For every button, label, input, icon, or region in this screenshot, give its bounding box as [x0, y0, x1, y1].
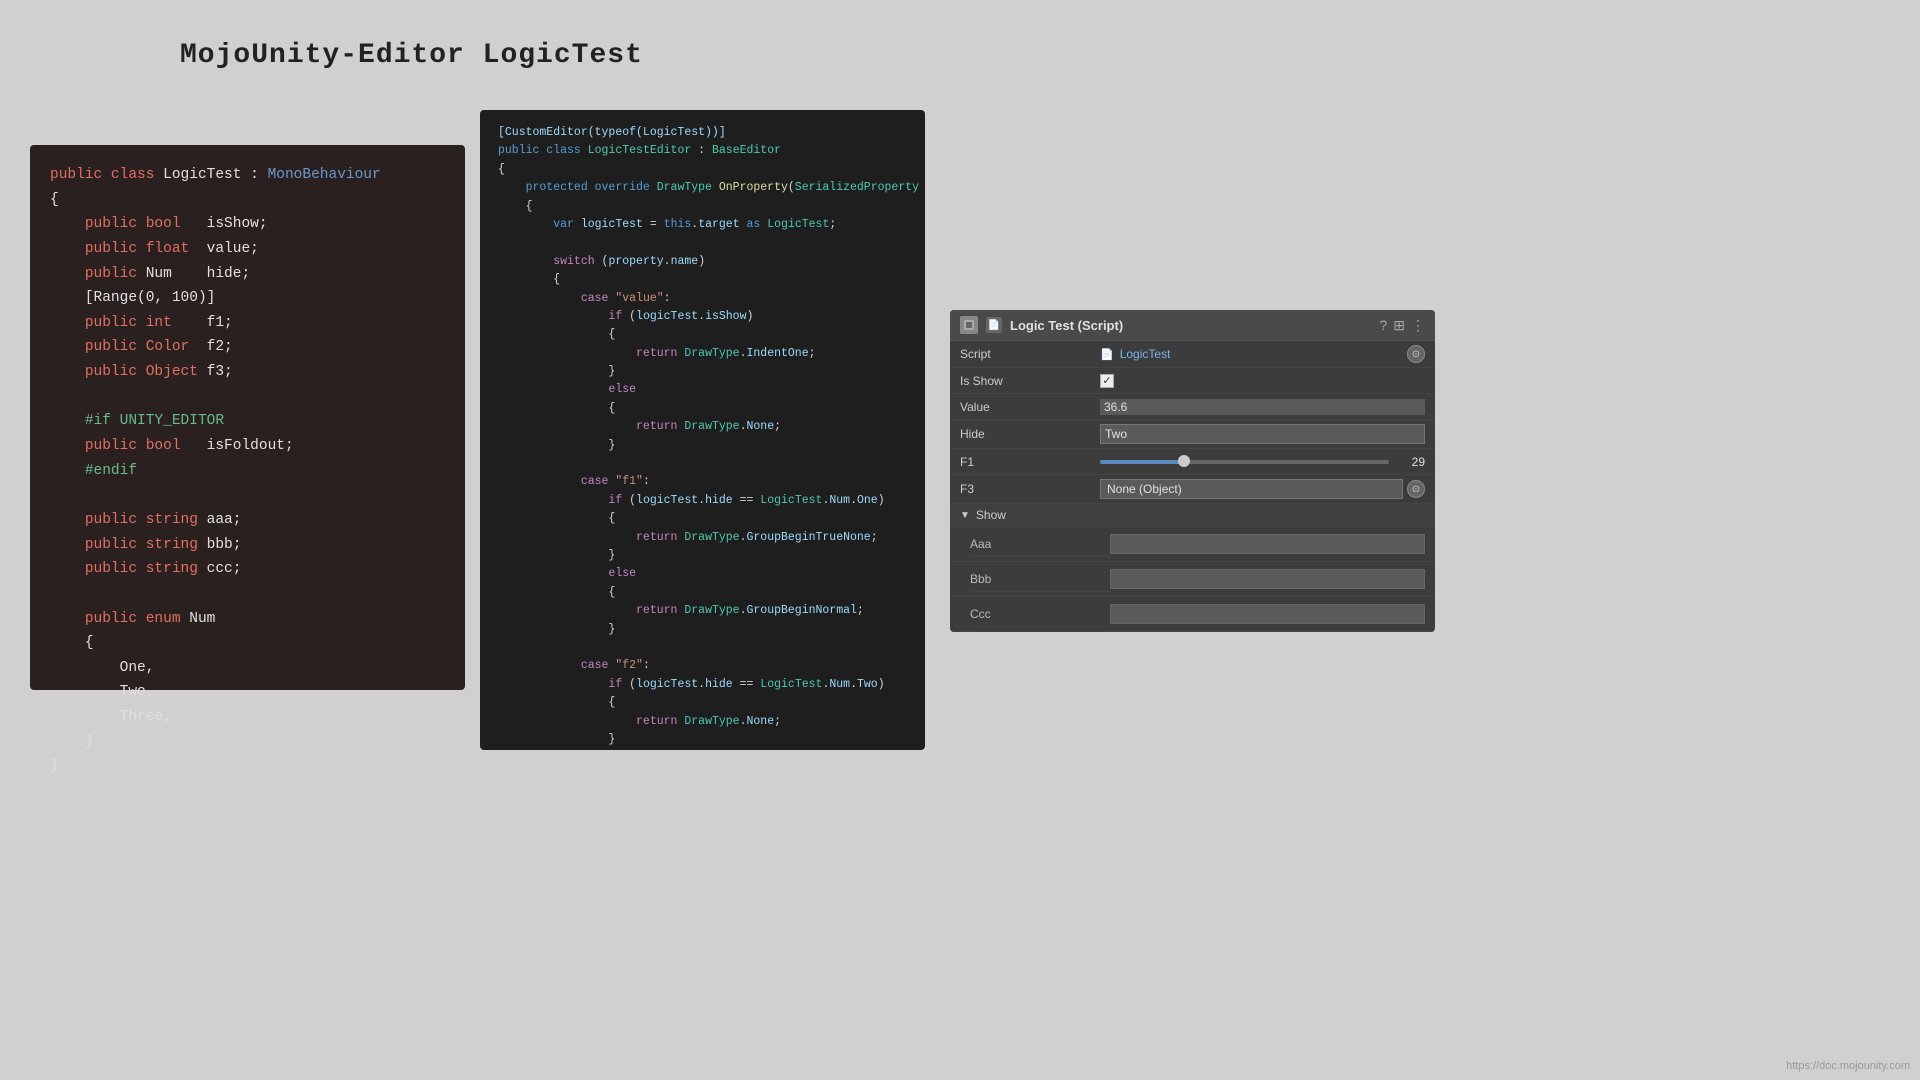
f3-object-input[interactable] [1100, 479, 1403, 499]
hide-label: Hide [960, 427, 1100, 441]
inspector-header: 📄 Logic Test (Script) ? ⊞ ⋮ [950, 310, 1435, 341]
aaa-input[interactable] [1110, 534, 1425, 554]
ccc-row: Ccc [950, 597, 1435, 632]
ccc-label: Ccc [970, 601, 1110, 627]
f3-row: F3 ⊙ [950, 475, 1435, 504]
value-input[interactable] [1100, 399, 1425, 415]
ccc-input[interactable] [1110, 604, 1425, 624]
aaa-label: Aaa [970, 531, 1110, 557]
bbb-label: Bbb [970, 566, 1110, 592]
inspector-cube-icon [960, 316, 978, 334]
inspector-header-icons: ? ⊞ ⋮ [1379, 317, 1425, 334]
isshow-label: Is Show [960, 374, 1100, 388]
f1-slider-value: 29 [1395, 455, 1425, 469]
f1-slider-track[interactable] [1100, 460, 1389, 464]
help-icon[interactable]: ? [1379, 317, 1387, 333]
script-value[interactable]: LogicTest [1120, 347, 1171, 361]
page-title: MojoUnity-Editor LogicTest [180, 40, 643, 71]
show-section-label: Show [976, 508, 1006, 522]
isshow-checkbox[interactable]: ✓ [1100, 374, 1114, 388]
f3-label: F3 [960, 482, 1100, 496]
show-section-header[interactable]: ▼ Show [950, 504, 1435, 527]
f1-label: F1 [960, 455, 1100, 469]
aaa-row: Aaa [950, 527, 1435, 562]
left-code-panel: public class LogicTest : MonoBehaviour {… [30, 145, 465, 690]
layout-icon[interactable]: ⊞ [1393, 317, 1405, 334]
menu-icon[interactable]: ⋮ [1411, 317, 1425, 334]
bbb-row: Bbb [950, 562, 1435, 597]
show-triangle-icon: ▼ [960, 510, 970, 521]
inspector-panel: 📄 Logic Test (Script) ? ⊞ ⋮ Script 📄 Log… [950, 310, 1435, 632]
center-code-panel: [CustomEditor(typeof(LogicTest))] public… [480, 110, 925, 750]
inspector-title: Logic Test (Script) [1010, 318, 1371, 333]
script-doc-icon: 📄 [1100, 348, 1114, 361]
watermark: https://doc.mojounity.com [1786, 1060, 1910, 1072]
script-row: Script 📄 LogicTest ⊙ [950, 341, 1435, 368]
value-label: Value [960, 400, 1100, 414]
hide-dropdown[interactable]: One Two Three [1100, 424, 1425, 444]
hide-row: Hide One Two Three [950, 420, 1435, 449]
f3-select-btn[interactable]: ⊙ [1407, 480, 1425, 498]
inspector-doc-icon: 📄 [986, 317, 1002, 333]
bbb-input[interactable] [1110, 569, 1425, 589]
value-row: Value [950, 394, 1435, 420]
isshow-row: Is Show ✓ [950, 368, 1435, 394]
f1-row: F1 29 [950, 449, 1435, 475]
script-select-btn[interactable]: ⊙ [1407, 345, 1425, 363]
script-label: Script [960, 347, 1100, 361]
